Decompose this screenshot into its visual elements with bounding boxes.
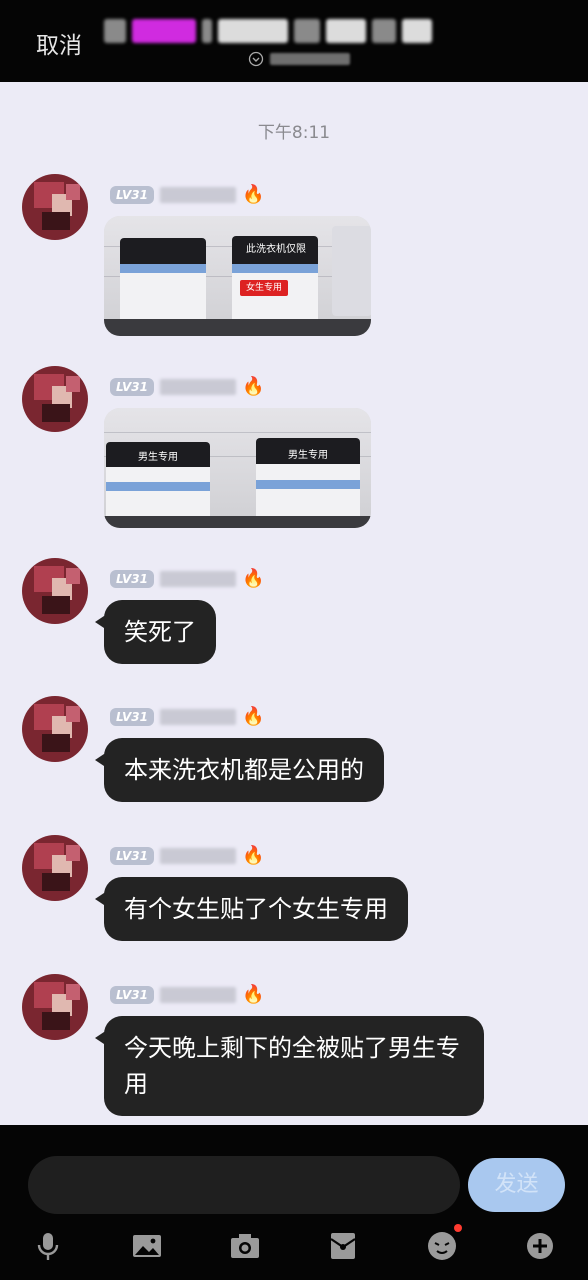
avatar[interactable] bbox=[22, 696, 88, 762]
sender-meta: LV31 🔥 bbox=[110, 376, 264, 398]
sender-name-redacted bbox=[159, 709, 236, 725]
send-button[interactable]: 发送 bbox=[468, 1158, 565, 1212]
sign-text: 此洗衣机仅限 bbox=[246, 244, 306, 255]
message-input[interactable] bbox=[28, 1156, 460, 1214]
level-badge: LV31 bbox=[110, 708, 154, 726]
sender-name-redacted bbox=[159, 187, 236, 203]
avatar[interactable] bbox=[22, 974, 88, 1040]
text-message[interactable]: 笑死了 bbox=[95, 600, 216, 664]
level-badge: LV31 bbox=[110, 847, 154, 865]
chevron-down-icon bbox=[248, 51, 264, 67]
avatar[interactable] bbox=[22, 174, 88, 240]
sender-meta: LV31 🔥 bbox=[110, 568, 264, 590]
plus-icon[interactable] bbox=[522, 1228, 558, 1264]
label-text: 女生专用 bbox=[240, 280, 288, 296]
emoji-icon[interactable] bbox=[424, 1224, 462, 1264]
sender-name-redacted bbox=[159, 379, 236, 395]
image-message[interactable]: 男生专用 男生专用 bbox=[104, 408, 371, 528]
level-badge: LV31 bbox=[110, 378, 154, 396]
subtitle-redacted bbox=[270, 53, 350, 65]
sender-meta: LV31 🔥 bbox=[110, 845, 264, 867]
fire-icon: 🔥 bbox=[241, 845, 265, 866]
fire-icon: 🔥 bbox=[241, 376, 265, 397]
text-message[interactable]: 今天晚上剩下的全被贴了男生专用 bbox=[95, 1016, 484, 1116]
microphone-icon[interactable] bbox=[30, 1228, 66, 1264]
sender-meta: LV31 🔥 bbox=[110, 984, 264, 1006]
level-badge: LV31 bbox=[110, 986, 154, 1004]
red-packet-icon[interactable] bbox=[325, 1228, 361, 1264]
fire-icon: 🔥 bbox=[241, 984, 265, 1005]
level-badge: LV31 bbox=[110, 570, 154, 588]
chat-area[interactable]: 下午8:11 LV31 🔥 此洗衣机仅限 女生专用 LV31 🔥 男生专用 男生… bbox=[0, 82, 588, 1125]
sender-name-redacted bbox=[159, 571, 236, 587]
sender-meta: LV31 🔥 bbox=[110, 184, 264, 206]
image-message[interactable]: 此洗衣机仅限 女生专用 bbox=[104, 216, 371, 336]
text-message[interactable]: 本来洗衣机都是公用的 bbox=[95, 738, 384, 802]
fire-icon: 🔥 bbox=[241, 568, 265, 589]
top-bar: 取消 bbox=[0, 0, 588, 82]
cancel-button[interactable]: 取消 bbox=[36, 26, 82, 60]
composer-bar: 发送 bbox=[0, 1125, 588, 1280]
avatar[interactable] bbox=[22, 558, 88, 624]
chat-title-redacted bbox=[104, 16, 456, 46]
notification-dot bbox=[454, 1224, 462, 1232]
label-text: 男生专用 bbox=[138, 452, 178, 463]
label-text: 男生专用 bbox=[288, 450, 328, 461]
fire-icon: 🔥 bbox=[241, 706, 265, 727]
avatar[interactable] bbox=[22, 366, 88, 432]
chat-subtitle[interactable] bbox=[248, 50, 350, 68]
message-timestamp: 下午8:11 bbox=[257, 123, 331, 143]
fire-icon: 🔥 bbox=[241, 184, 265, 205]
level-badge: LV31 bbox=[110, 186, 154, 204]
camera-icon[interactable] bbox=[227, 1228, 263, 1264]
sender-name-redacted bbox=[159, 987, 236, 1003]
image-icon[interactable] bbox=[129, 1228, 165, 1264]
avatar[interactable] bbox=[22, 835, 88, 901]
text-message[interactable]: 有个女生贴了个女生专用 bbox=[95, 877, 408, 941]
sender-name-redacted bbox=[159, 848, 236, 864]
sender-meta: LV31 🔥 bbox=[110, 706, 264, 728]
